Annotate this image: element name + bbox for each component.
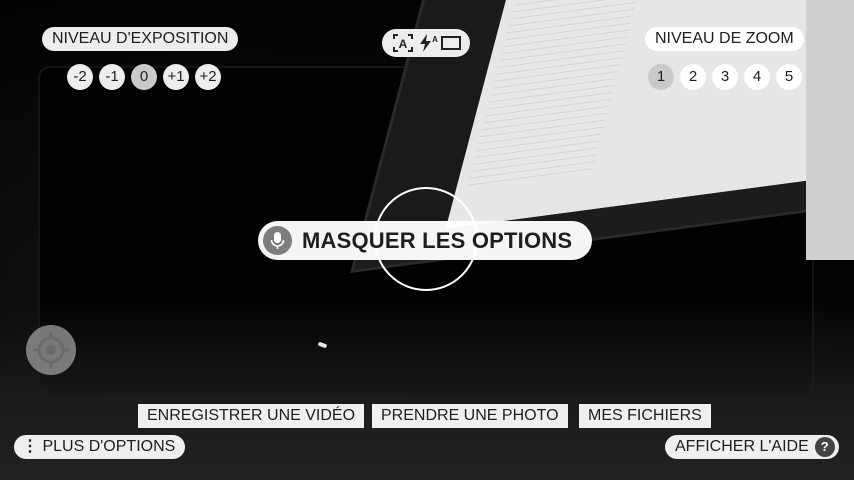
crosshair-icon [33, 332, 69, 368]
microphone-icon [263, 226, 292, 255]
more-options-button[interactable]: ⋮ PLUS D'OPTIONS [14, 435, 186, 459]
more-options-label: PLUS D'OPTIONS [42, 438, 176, 455]
exposure-title: NIVEAU D'EXPOSITION [42, 27, 239, 51]
show-help-label: AFFICHER L'AIDE [675, 438, 809, 455]
help-icon: ? [814, 436, 835, 457]
vertical-dots-icon: ⋮ [22, 438, 38, 455]
svg-text:A: A [399, 37, 408, 51]
auto-text-mode-icon[interactable]: A [392, 33, 414, 58]
camera-mode-icons: A A [382, 29, 470, 57]
hide-options-label: MASQUER LES OPTIONS [302, 228, 573, 253]
record-video-button[interactable]: ENREGISTRER UNE VIDÉO [138, 404, 365, 428]
zoom-level-5[interactable]: 5 [776, 64, 802, 90]
zoom-level-3[interactable]: 3 [712, 64, 738, 90]
exposure-level-plus2[interactable]: +2 [195, 64, 221, 90]
show-help-button[interactable]: AFFICHER L'AIDE? [665, 435, 839, 459]
exposure-level-minus1[interactable]: -1 [99, 64, 125, 90]
exposure-level-plus1[interactable]: +1 [163, 64, 189, 90]
svg-text:A: A [432, 35, 438, 44]
auto-flash-icon[interactable]: A [417, 33, 439, 58]
zoom-level-1[interactable]: 1 [648, 64, 674, 90]
zoom-level-4[interactable]: 4 [744, 64, 770, 90]
focus-target-button[interactable] [26, 325, 76, 375]
my-files-button[interactable]: MES FICHIERS [579, 404, 711, 428]
zoom-title: NIVEAU DE ZOOM [645, 27, 804, 51]
hide-options-button[interactable]: MASQUER LES OPTIONS [258, 221, 592, 260]
exposure-level-0[interactable]: 0 [131, 64, 157, 90]
zoom-level-2[interactable]: 2 [680, 64, 706, 90]
exposure-level-minus2[interactable]: -2 [67, 64, 93, 90]
aspect-ratio-icon[interactable] [440, 33, 462, 58]
preview-wall [806, 0, 854, 260]
take-photo-button[interactable]: PRENDRE UNE PHOTO [372, 404, 568, 428]
